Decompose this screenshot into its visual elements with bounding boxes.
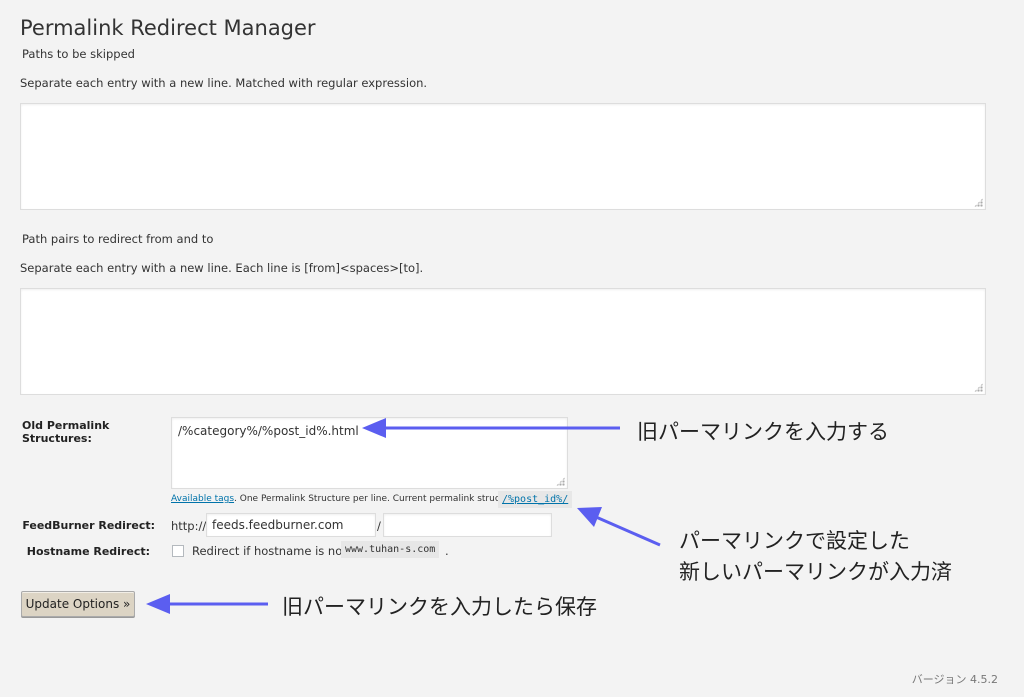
annotation-current-structure-line1: パーマリンクで設定した xyxy=(679,529,910,553)
arrow-update-button xyxy=(146,594,268,614)
arrow-current-structure xyxy=(577,507,661,547)
arrow-old-permalink xyxy=(362,418,620,438)
annotation-old-permalink: 旧パーマリンクを入力する xyxy=(637,420,889,444)
version-footer: バージョン 4.5.2 xyxy=(911,673,998,686)
annotation-current-structure-line2: 新しいパーマリンクが入力済 xyxy=(679,560,952,584)
annotation-save: 旧パーマリンクを入力したら保存 xyxy=(282,595,597,619)
